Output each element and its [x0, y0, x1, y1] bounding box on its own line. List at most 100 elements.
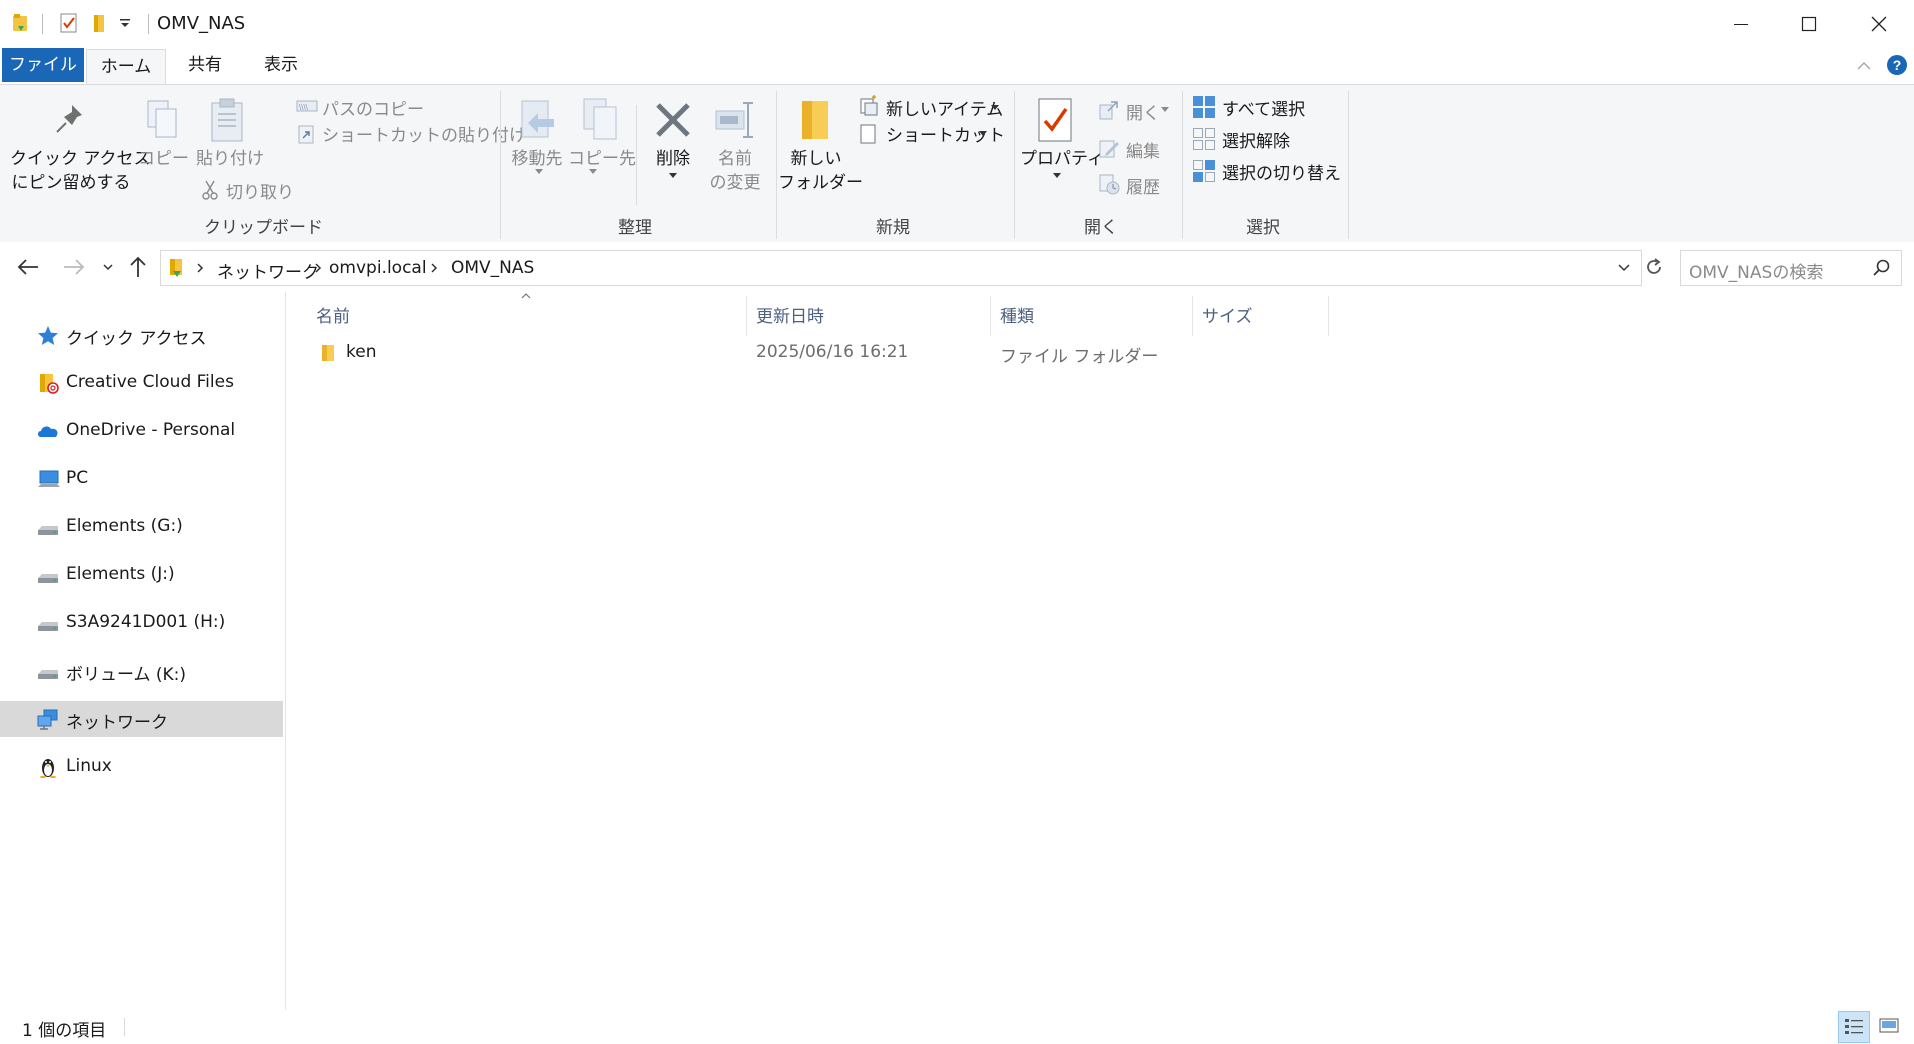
drive-icon: [38, 622, 58, 631]
nav-item-onedrive[interactable]: OneDrive - Personal: [0, 413, 283, 449]
breadcrumb-network[interactable]: ネットワーク: [217, 258, 319, 283]
cut-button[interactable]: 切り取り: [226, 178, 294, 203]
onedrive-icon: [38, 426, 58, 437]
refresh-icon[interactable]: [1644, 257, 1664, 277]
forward-arrow-icon[interactable]: [62, 257, 86, 277]
move-to-icon: [521, 100, 554, 138]
history-icon: [1099, 174, 1120, 195]
paste-shortcut-icon: [298, 125, 314, 144]
drive-icon: [38, 670, 58, 679]
details-view-button[interactable]: [1838, 1011, 1870, 1043]
pin-label-2: にピン留めする: [11, 173, 131, 193]
close-button[interactable]: [1844, 0, 1914, 48]
nav-item-creative-cloud[interactable]: Creative Cloud Files: [0, 365, 283, 401]
nav-item-network[interactable]: ネットワーク: [0, 701, 283, 737]
svg-text:?: ?: [1893, 57, 1902, 73]
nav-item-label: S3A9241D001 (H:): [66, 612, 226, 632]
column-separator[interactable]: [1328, 296, 1329, 336]
properties-quick-icon[interactable]: [58, 12, 80, 34]
properties-button[interactable]: プロパティ: [1020, 147, 1104, 171]
column-header-size[interactable]: サイズ: [1202, 302, 1253, 327]
new-folder-label-1: 新しい: [790, 149, 842, 169]
nav-item-drive-g[interactable]: Elements (G:): [0, 509, 283, 545]
minimize-button[interactable]: [1706, 0, 1776, 48]
ribbon-separator: [636, 105, 637, 205]
new-folder-button[interactable]: 新しい フォルダー: [778, 147, 863, 195]
title-bar: OMV_NAS: [0, 0, 1914, 48]
nav-item-drive-j[interactable]: Elements (J:): [0, 557, 283, 593]
column-separator[interactable]: [990, 296, 991, 336]
group-organize-label: 整理: [618, 218, 652, 238]
group-open-label: 開く: [1084, 218, 1118, 238]
breadcrumb-chevron-icon[interactable]: [313, 262, 323, 274]
select-none-button[interactable]: 選択解除: [1222, 127, 1290, 152]
help-icon[interactable]: ?: [1886, 54, 1908, 76]
copy-to-button[interactable]: コピー先: [568, 147, 636, 171]
scissors-icon: [202, 180, 218, 200]
close-icon: [1871, 16, 1887, 32]
rename-button[interactable]: 名前 の変更: [702, 147, 768, 195]
nav-item-linux[interactable]: Linux: [0, 749, 283, 785]
new-item-button[interactable]: 新しいアイテム: [886, 95, 1003, 120]
address-bar[interactable]: ネットワーク omvpi.local OMV_NAS: [160, 250, 1642, 286]
ribbon-separator: [1182, 91, 1183, 239]
nav-item-label: Creative Cloud Files: [66, 372, 234, 392]
back-arrow-icon[interactable]: [16, 257, 40, 277]
open-button[interactable]: 開く: [1126, 99, 1160, 124]
recent-locations-chevron-icon[interactable]: [102, 262, 114, 272]
tab-home[interactable]: ホーム: [86, 49, 166, 84]
new-folder-quick-icon[interactable]: [90, 12, 112, 34]
column-header-modified[interactable]: 更新日時: [756, 302, 824, 327]
copy-path-icon: \\\\: [296, 100, 318, 112]
breadcrumb-host[interactable]: omvpi.local: [329, 258, 427, 278]
nav-item-quick-access[interactable]: クイック アクセス: [0, 317, 283, 353]
tab-file[interactable]: ファイル: [2, 48, 84, 82]
maximize-button[interactable]: [1774, 0, 1844, 48]
customize-toolbar-chevron-icon[interactable]: [118, 16, 132, 30]
address-history-chevron-icon[interactable]: [1617, 263, 1631, 273]
tab-share[interactable]: 共有: [174, 48, 236, 82]
tab-view[interactable]: 表示: [250, 48, 312, 82]
copy-button[interactable]: コピー: [138, 147, 189, 171]
breadcrumb-share[interactable]: OMV_NAS: [451, 258, 534, 278]
collapse-ribbon-chevron-icon[interactable]: [1856, 58, 1872, 74]
open-icon: [1099, 101, 1118, 120]
minimize-icon: [1734, 24, 1748, 25]
svg-text:\\\\: \\\\: [299, 103, 309, 112]
nav-item-label: クイック アクセス: [66, 329, 207, 349]
pin-label-1: クイック アクセス: [10, 149, 151, 169]
pc-icon: [38, 470, 60, 487]
pin-quick-access-button[interactable]: クイック アクセス にピン留めする: [10, 147, 151, 195]
invert-selection-button[interactable]: 選択の切り替え: [1222, 159, 1341, 184]
breadcrumb-chevron-icon[interactable]: [195, 262, 205, 274]
group-select-label: 選択: [1246, 218, 1280, 238]
search-icon[interactable]: [1873, 259, 1891, 277]
large-icons-view-button[interactable]: [1874, 1011, 1904, 1041]
creative-cloud-folder-icon: [40, 374, 59, 394]
explorer-folder-icon: [13, 14, 27, 31]
ribbon-separator: [776, 91, 777, 239]
column-header-type[interactable]: 種類: [1000, 302, 1034, 327]
select-all-icon: [1193, 96, 1215, 118]
search-input[interactable]: OMV_NASの検索: [1680, 250, 1902, 286]
new-item-dropdown-icon: [991, 105, 999, 110]
column-header-name[interactable]: 名前: [316, 302, 350, 327]
delete-button[interactable]: 削除: [648, 147, 698, 171]
paste-shortcut-button[interactable]: ショートカットの貼り付け: [322, 121, 526, 146]
select-all-button[interactable]: すべて選択: [1222, 95, 1305, 120]
nav-item-pc[interactable]: PC: [0, 461, 283, 497]
ribbon-separator: [1348, 91, 1349, 239]
column-separator[interactable]: [1192, 296, 1193, 336]
table-row[interactable]: ken 2025/06/16 16:21 ファイル フォルダー: [286, 336, 1346, 370]
edit-button[interactable]: 編集: [1126, 137, 1160, 162]
history-button[interactable]: 履歴: [1126, 173, 1160, 198]
up-arrow-icon[interactable]: [128, 255, 148, 279]
properties-icon: [1038, 98, 1072, 142]
copy-path-button[interactable]: パスのコピー: [322, 95, 424, 120]
nav-item-volume-k[interactable]: ボリューム (K:): [0, 653, 283, 689]
nav-item-drive-h[interactable]: S3A9241D001 (H:): [0, 605, 283, 641]
breadcrumb-chevron-icon[interactable]: [429, 262, 439, 274]
paste-button[interactable]: 貼り付け: [196, 147, 264, 171]
column-separator[interactable]: [746, 296, 747, 336]
item-count: 1 個の項目: [22, 1021, 107, 1041]
